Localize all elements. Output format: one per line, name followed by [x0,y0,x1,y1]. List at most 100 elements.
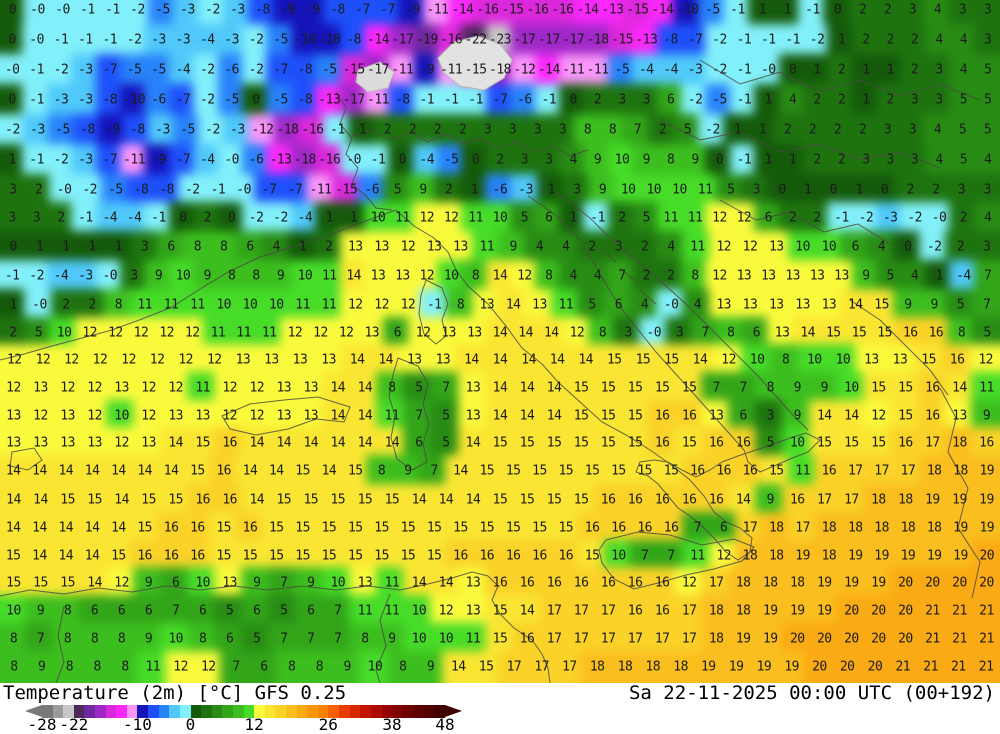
temp-value: 2 [658,122,667,138]
temp-value: 13 [479,297,495,313]
temp-value: 9 [642,152,651,168]
temp-value: 14 [844,408,859,424]
temp-value: 19 [762,631,778,647]
temp-value: 8 [667,152,675,168]
temp-value: 7 [633,122,642,138]
temp-value: 2 [789,210,797,226]
temp-value: 20 [979,548,995,564]
temp-value: 16 [195,492,211,508]
temp-value: 14 [84,463,100,479]
temp-value: 14 [357,435,373,451]
temp-value: 13 [114,380,129,396]
temp-value: -2 [248,62,264,78]
temp-value: -8 [102,92,118,108]
temp-value: 16 [925,380,940,396]
temp-value: 10 [168,631,184,647]
temp-value: 8 [63,631,72,647]
temp-value: 11 [690,548,705,564]
temp-value: 8 [9,631,18,647]
temp-value: -17 [342,92,365,108]
temp-value: 6 [253,603,261,619]
temp-value: 1 [62,239,70,255]
temp-value: 1 [547,182,556,198]
temp-value: 10 [6,603,21,619]
temp-value: 15 [584,548,600,564]
temp-value: 17 [708,575,724,591]
temp-value: 15 [584,463,600,479]
temp-value: 15 [216,548,232,564]
temp-value: 15 [168,492,184,508]
temp-value: 14 [546,408,562,424]
temp-value: 5 [683,122,692,138]
temp-value: -1 [29,62,44,78]
temp-value: -2 [5,122,20,138]
temp-value: 0 [778,182,786,198]
colorbar-segment [158,705,170,718]
temp-value: 1 [886,62,895,78]
temp-value: 4 [959,62,968,78]
temp-value: 12 [249,408,265,424]
temp-value: -2 [273,210,288,226]
colorbar-segment [201,705,212,718]
temp-value: 13 [395,268,410,284]
temp-value: 10 [806,352,822,368]
temp-value: 15 [141,492,156,508]
temp-value: -15 [335,182,358,198]
temp-value: 14 [492,380,508,396]
temp-value: 15 [611,463,626,479]
temp-value: 15 [33,575,48,591]
temp-value: 14 [5,463,21,479]
temp-value: 15 [844,435,859,451]
temp-value: 6 [739,408,748,424]
temp-value: 15 [921,352,936,368]
temp-value: 10 [614,152,630,168]
temp-value: -1 [78,32,93,48]
temp-value: -10 [676,2,699,18]
temp-value: 11 [384,408,400,424]
temp-value: 12 [569,325,585,341]
temp-value: 10 [114,408,129,424]
temp-value: 15 [276,492,292,508]
temp-value: -5 [55,122,70,138]
temp-value: 11 [210,325,226,341]
temp-value: 5 [956,297,965,313]
temp-value: 18 [898,492,913,508]
temp-value: 14 [346,268,362,284]
temp-value: 1 [733,122,742,138]
temp-value: 15 [546,492,562,508]
temp-value: 14 [114,492,129,508]
temp-value: 2 [956,239,965,255]
temp-value: 16 [627,575,643,591]
temp-value: -3 [224,32,240,48]
temp-value: -2 [126,32,142,48]
temp-value: 8 [782,352,790,368]
temp-value: 2 [88,297,96,313]
temp-value: -17 [537,32,560,48]
temp-value: 15 [6,575,21,591]
temp-value: -3 [78,62,93,78]
temp-value: 15 [874,297,889,313]
temp-value: -15 [626,2,649,18]
temp-value: -1 [330,122,345,138]
temp-value: 14 [137,463,153,479]
temp-value: 12 [712,268,727,284]
temp-value: 10 [492,210,508,226]
temp-value: 4 [910,268,919,284]
temp-value: 14 [321,463,337,479]
temp-value: 19 [953,548,968,564]
temp-value: 3 [9,182,17,198]
temp-value: 14 [492,268,508,284]
temp-value: 14 [465,435,481,451]
temp-value: 1 [350,210,358,226]
temp-value: 1 [783,2,792,18]
temp-value: 7 [280,631,288,647]
temp-value: 8 [957,325,966,341]
temp-value: 2 [932,182,940,198]
temp-value: 21 [979,603,994,619]
temp-value: -4 [199,152,215,168]
temp-value: 19 [816,603,832,619]
temp-value: 19 [700,659,716,675]
temp-value: 1 [325,210,334,226]
temp-value: 12 [438,603,454,619]
temp-value: 14 [519,408,535,424]
